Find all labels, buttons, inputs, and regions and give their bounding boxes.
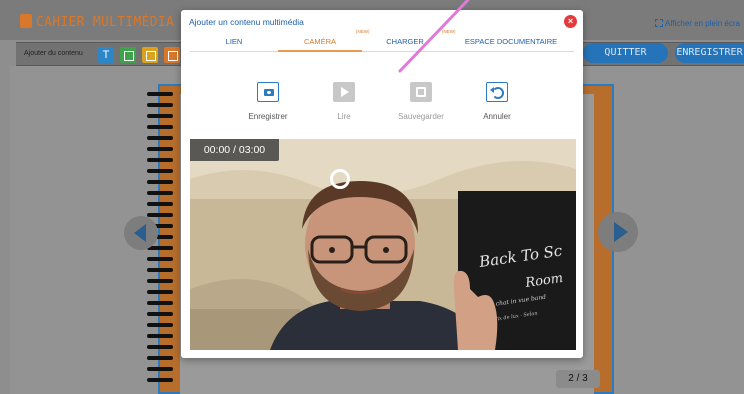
camera-preview: Back To Sc Room En chat in vue band Prix… — [190, 139, 576, 350]
spiral-ring — [147, 92, 173, 96]
spiral-ring — [147, 334, 173, 338]
new-badge: (NEW) — [442, 29, 456, 34]
play-button[interactable]: Lire — [309, 82, 379, 121]
record-label: Enregistrer — [248, 112, 288, 121]
page-counter: 2 / 3 — [556, 370, 600, 388]
close-icon[interactable]: × — [564, 15, 577, 28]
spiral-ring — [147, 213, 173, 217]
spiral-ring — [147, 180, 173, 184]
spiral-ring — [147, 378, 173, 382]
spiral-ring — [147, 356, 173, 360]
cancel-label: Annuler — [483, 112, 511, 121]
new-badge: (NEW) — [356, 29, 370, 34]
spiral-ring — [147, 103, 173, 107]
play-icon — [341, 87, 349, 97]
save-button[interactable]: ENREGISTRER — [675, 43, 744, 63]
notebook-logo-icon — [20, 14, 32, 28]
add-content-label: Ajouter du contenu — [24, 50, 83, 57]
spiral-ring — [147, 202, 173, 206]
add-text-button[interactable]: T — [98, 47, 114, 63]
spiral-ring — [147, 301, 173, 305]
save-recording-label: Sauvegarder — [398, 112, 444, 121]
spiral-ring — [147, 158, 173, 162]
webcam-frame: Back To Sc Room En chat in vue band Prix… — [190, 139, 576, 350]
previous-page-button[interactable] — [124, 216, 158, 250]
spiral-ring — [147, 323, 173, 327]
tab-link[interactable]: LIEN — [190, 32, 278, 52]
dialog-title: Ajouter un contenu multimédia — [189, 17, 304, 27]
spiral-ring — [147, 345, 173, 349]
recording-controls: Enregistrer Lire Sauvegarder Annuler — [181, 82, 583, 132]
spiral-ring — [147, 147, 173, 151]
undo-icon — [490, 87, 504, 99]
fullscreen-icon — [654, 19, 663, 27]
quit-edit-button[interactable]: QUITTER L'ÉDITION — [583, 43, 668, 78]
spiral-ring — [147, 125, 173, 129]
spiral-ring — [147, 191, 173, 195]
fullscreen-label: Afficher en plein écra — [664, 19, 740, 28]
tab-document-space[interactable]: ESPACE DOCUMENTAIRE — [448, 32, 574, 52]
app-title: CAHIER MULTIMÉDIA — [36, 15, 175, 30]
fullscreen-link[interactable]: Afficher en plein écra — [654, 19, 740, 28]
spiral-ring — [147, 367, 173, 371]
spiral-ring — [147, 136, 173, 140]
spiral-ring — [147, 114, 173, 118]
tab-camera[interactable]: CAMÉRA — [278, 32, 362, 52]
add-image-button[interactable] — [120, 47, 136, 63]
spiral-ring — [147, 290, 173, 294]
save-icon — [416, 87, 426, 97]
spiral-ring — [147, 169, 173, 173]
add-video-button[interactable] — [164, 47, 180, 63]
media-tabs: LIEN CAMÉRA CHARGER ESPACE DOCUMENTAIRE … — [190, 29, 574, 52]
record-button[interactable]: Enregistrer — [233, 82, 303, 121]
camera-icon — [264, 89, 274, 96]
add-audio-button[interactable] — [142, 47, 158, 63]
spiral-ring — [147, 257, 173, 261]
spiral-ring — [147, 268, 173, 272]
recording-timer: 00:00 / 03:00 — [190, 139, 279, 161]
play-label: Lire — [337, 112, 351, 121]
cancel-button[interactable]: Annuler — [462, 82, 532, 121]
focus-indicator — [330, 169, 350, 189]
spiral-ring — [147, 279, 173, 283]
tab-upload[interactable]: CHARGER — [362, 32, 448, 52]
add-media-dialog: Ajouter un contenu multimédia × LIEN CAM… — [181, 10, 583, 358]
next-page-button[interactable] — [598, 212, 638, 252]
save-recording-button[interactable]: Sauvegarder — [386, 82, 456, 121]
spiral-ring — [147, 312, 173, 316]
